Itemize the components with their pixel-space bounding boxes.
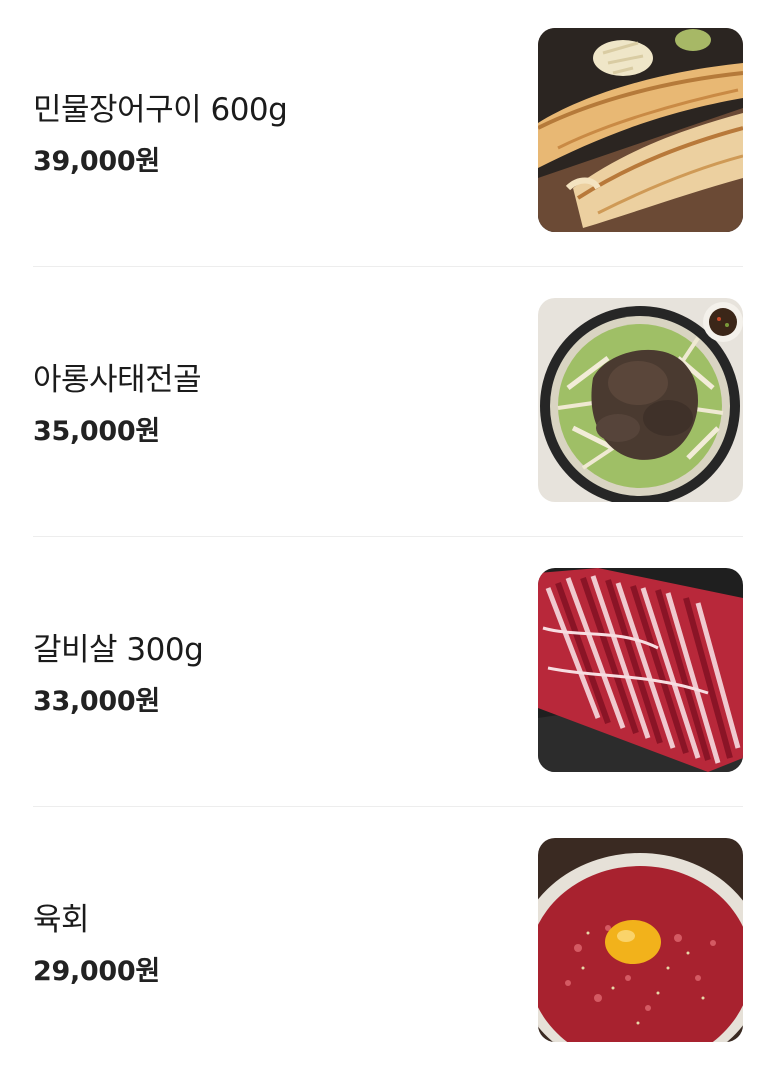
menu-item-price: 35,000원 [33, 416, 160, 447]
menu-item-beef-shank-hotpot[interactable]: 아롱사태전골 35,000원 [0, 298, 773, 538]
menu-item-name: 육회 [33, 902, 90, 938]
menu-item-beef-tartare[interactable]: 육회 29,000원 [0, 838, 773, 1078]
menu-item-price: 33,000원 [33, 686, 160, 717]
menu-item-short-rib[interactable]: 갈비살 300g 33,000원 [0, 568, 773, 808]
menu-item-text: 갈비살 300g 33,000원 [33, 568, 503, 772]
menu-item-text: 육회 29,000원 [33, 838, 503, 1042]
menu-item-price: 39,000원 [33, 146, 160, 177]
menu-item-grilled-eel[interactable]: 민물장어구이 600g 39,000원 [0, 28, 773, 268]
menu-item-image-beef-shank-hotpot[interactable] [538, 298, 743, 502]
menu-list: 민물장어구이 600g 39,000원 아롱사태전골 35,000원 갈비살 3… [0, 0, 773, 1072]
menu-item-text: 아롱사태전골 35,000원 [33, 298, 503, 502]
menu-item-image-short-rib[interactable] [538, 568, 743, 772]
menu-item-image-grilled-eel[interactable] [538, 28, 743, 232]
menu-item-name: 갈비살 300g [33, 632, 204, 668]
divider [33, 536, 743, 537]
menu-item-name: 아롱사태전골 [33, 362, 202, 398]
menu-item-price: 29,000원 [33, 956, 160, 987]
divider [33, 266, 743, 267]
menu-item-text: 민물장어구이 600g 39,000원 [33, 28, 503, 232]
divider [33, 806, 743, 807]
menu-item-image-beef-tartare[interactable] [538, 838, 743, 1042]
menu-item-name: 민물장어구이 600g [33, 92, 288, 128]
